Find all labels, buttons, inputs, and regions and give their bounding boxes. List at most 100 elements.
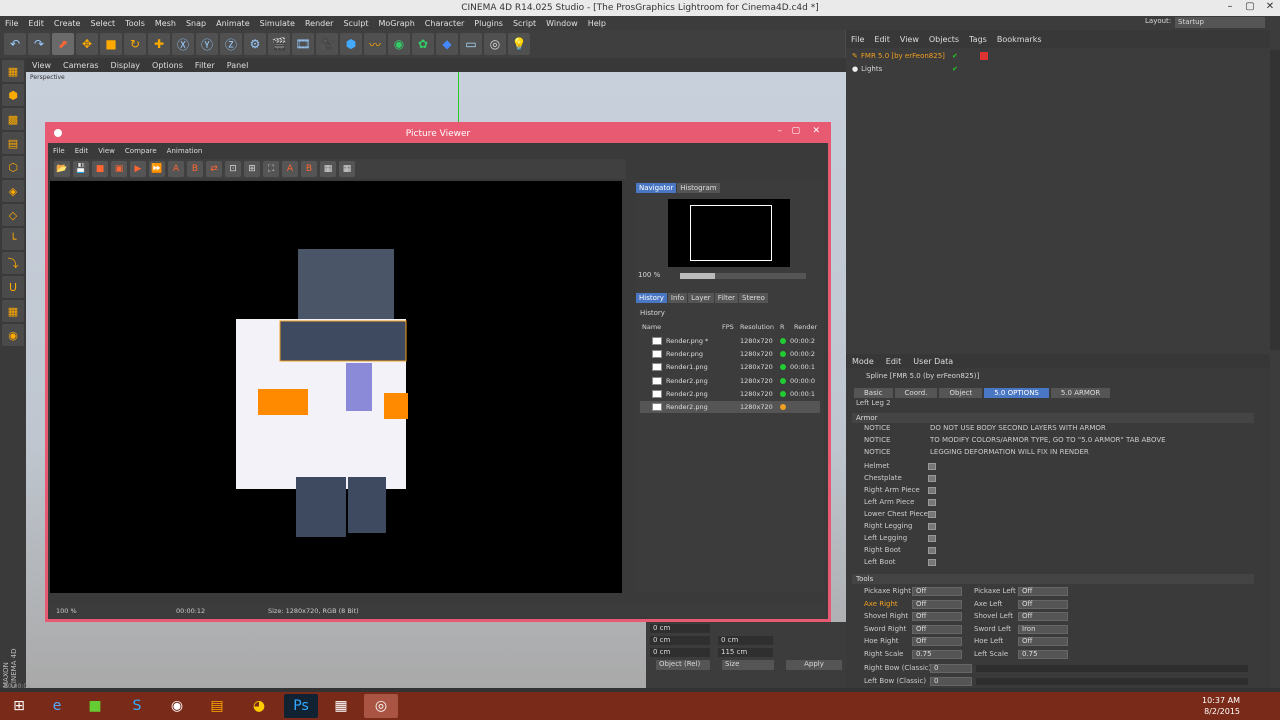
array-icon[interactable]: ✿ [412, 33, 434, 55]
menu-item[interactable]: Edit [23, 19, 49, 28]
attribute-tab[interactable]: Basic [854, 388, 893, 398]
armor-item-checkbox[interactable] [928, 463, 936, 470]
undo-icon[interactable]: ↶ [4, 33, 26, 55]
armor-item-checkbox[interactable] [928, 547, 936, 554]
history-tab[interactable]: Filter [714, 293, 739, 303]
bow-field[interactable]: 0 [930, 677, 972, 686]
workplane-icon[interactable]: ▤ [2, 132, 24, 154]
tool-left-dropdown[interactable]: Off [912, 612, 962, 622]
minimize-icon[interactable]: – [1220, 0, 1240, 16]
x-axis-icon[interactable]: Ⓧ [172, 33, 194, 55]
pv-menu-item[interactable]: View [93, 147, 120, 155]
object-manager-menu-item[interactable]: Bookmarks [992, 35, 1047, 44]
grid-a-icon[interactable]: ▦ [320, 161, 336, 177]
edges-mode-icon[interactable]: ◈ [2, 180, 24, 202]
menu-item[interactable]: Window [541, 19, 583, 28]
menu-item[interactable]: Script [508, 19, 541, 28]
tool-left-dropdown[interactable]: Off [912, 624, 962, 634]
menu-item[interactable]: File [0, 19, 23, 28]
tool-right-dropdown[interactable]: Off [1018, 612, 1068, 622]
navigator-viewframe[interactable] [690, 205, 772, 261]
bow-slider[interactable] [976, 678, 1248, 685]
tool-left-dropdown[interactable]: 0.75 [912, 650, 962, 659]
maximize-icon[interactable]: ▢ [1240, 0, 1260, 16]
object-manager-menu-item[interactable]: Objects [924, 35, 964, 44]
nurbs-icon[interactable]: ◉ [388, 33, 410, 55]
points-mode-icon[interactable]: ⬡ [2, 156, 24, 178]
deformer-icon[interactable]: ◆ [436, 33, 458, 55]
render-picture-viewer-icon[interactable]: 🎞 [292, 33, 314, 55]
menu-item[interactable]: Plugins [469, 19, 508, 28]
attribute-tab[interactable]: Object [939, 388, 983, 398]
render-settings-icon[interactable]: 🎥 [316, 33, 338, 55]
y-axis-icon[interactable]: Ⓨ [196, 33, 218, 55]
cinema4d-icon[interactable]: ◎ [364, 694, 398, 718]
attribute-menu-item[interactable]: Mode [846, 357, 880, 366]
rotate-icon[interactable]: ↻ [124, 33, 146, 55]
ie-icon[interactable]: e [40, 694, 74, 718]
navigator-tab[interactable]: Navigator [636, 183, 677, 193]
viewport-menu-item[interactable]: Cameras [57, 61, 105, 70]
lock-icon[interactable]: ◉ [2, 324, 24, 346]
viewport-menu-item[interactable]: Panel [221, 61, 255, 70]
make-editable-icon[interactable]: ▦ [2, 60, 24, 82]
bow-slider[interactable] [976, 665, 1248, 672]
render-region-icon[interactable]: ▣ [111, 161, 127, 177]
close-icon[interactable]: ✕ [1260, 0, 1280, 16]
history-column-header[interactable]: FPS [722, 323, 734, 331]
history-column-header[interactable]: Render [794, 323, 817, 331]
texture-mode-icon[interactable]: ▩ [2, 108, 24, 130]
attribute-tab[interactable]: 5.0 ARMOR [1050, 388, 1111, 398]
menu-item[interactable]: MoGraph [373, 19, 419, 28]
attribute-menu-item[interactable]: Edit [880, 357, 908, 366]
armor-item-checkbox[interactable] [928, 475, 936, 482]
menu-item[interactable]: Snap [181, 19, 211, 28]
skype-icon[interactable]: S [120, 694, 154, 718]
select-icon[interactable]: ⬈ [52, 33, 74, 55]
scene-icon[interactable]: ▭ [460, 33, 482, 55]
pv-close-icon[interactable]: ✕ [812, 126, 820, 136]
history-tab[interactable]: Info [667, 293, 688, 303]
armor-item-checkbox[interactable] [928, 499, 936, 506]
size-x-field[interactable]: 0 cm [718, 636, 773, 645]
tag-icon[interactable] [980, 52, 988, 60]
viewport-menu-item[interactable]: View [26, 61, 57, 70]
snap-icon[interactable]: U [2, 276, 24, 298]
tool-right-dropdown[interactable]: 0.75 [1018, 650, 1068, 659]
layout-dropdown[interactable]: Startup [1175, 17, 1265, 28]
redo-icon[interactable]: ↷ [28, 33, 50, 55]
visible-check-icon[interactable]: ✔ [952, 52, 958, 60]
start-icon[interactable]: ⊞ [2, 694, 36, 718]
add-icon[interactable]: ✚ [148, 33, 170, 55]
armor-item-checkbox[interactable] [928, 487, 936, 494]
armor-item-checkbox[interactable] [928, 535, 936, 542]
attribute-tab[interactable]: 5.0 OPTIONS [984, 388, 1049, 398]
menu-item[interactable]: Select [85, 19, 120, 28]
coord-z-field[interactable]: 0 cm [650, 648, 710, 657]
minecraft-icon[interactable]: ■ [78, 694, 112, 718]
model-mode-icon[interactable]: ⬢ [2, 84, 24, 106]
menu-item[interactable]: Help [583, 19, 611, 28]
zoom-slider[interactable] [680, 273, 806, 279]
history-row[interactable]: Render2.png 1280x720 00:00:0 [640, 375, 820, 387]
history-row[interactable]: Render2.png 1280x720 00:00:1 [640, 388, 820, 400]
tool-right-dropdown[interactable]: Off [1018, 587, 1068, 596]
tool-right-dropdown[interactable]: Iron [1018, 624, 1068, 634]
history-row[interactable]: Render2.png 1280x720 [640, 401, 820, 413]
menu-item[interactable]: Render [300, 19, 338, 28]
object-manager-menu-item[interactable]: Edit [869, 35, 895, 44]
grid-icon[interactable]: ▦ [2, 300, 24, 322]
tool-left-dropdown[interactable]: Off [912, 637, 962, 647]
menu-item[interactable]: Simulate [255, 19, 300, 28]
ab-compare-icon[interactable]: A [168, 161, 184, 177]
render-all-icon[interactable]: ⏩ [149, 161, 165, 177]
render-canvas[interactable] [50, 181, 622, 593]
axis-icon[interactable]: └ [2, 228, 24, 250]
menu-item[interactable]: Create [49, 19, 86, 28]
viewport-menu-item[interactable]: Filter [189, 61, 221, 70]
pv-menu-item[interactable]: Compare [120, 147, 162, 155]
object-manager-menu-item[interactable]: File [846, 35, 869, 44]
cube-icon[interactable]: ⬢ [340, 33, 362, 55]
coord-y-field[interactable]: 0 cm [650, 636, 710, 645]
object-manager-menu-item[interactable]: Tags [964, 35, 992, 44]
